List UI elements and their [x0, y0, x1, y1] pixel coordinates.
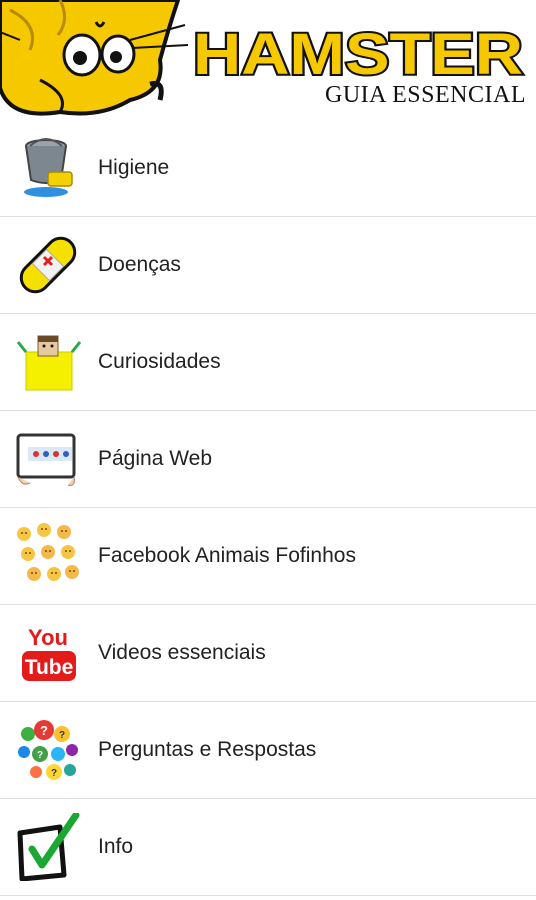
app-header: HAMSTER GUIA ESSENCIAL: [0, 0, 536, 120]
checkbox-check-icon: [17, 813, 80, 881]
menu-item-label: Facebook Animais Fofinhos: [98, 544, 356, 567]
app-subtitle: GUIA ESSENCIAL: [324, 82, 526, 108]
menu-item-curiosidades[interactable]: Curiosidades: [0, 314, 536, 411]
menu-item-perguntas-e-respostas[interactable]: ? ? ? ? Perguntas e Respostas: [0, 702, 536, 799]
hamster-mascot-icon: [0, 0, 189, 116]
menu-item-label: Doenças: [98, 253, 181, 276]
menu-item-videos-essenciais[interactable]: You Tube Videos essenciais: [0, 605, 536, 702]
menu-item-facebook-animais-fofinhos[interactable]: Facebook Animais Fofinhos: [0, 508, 536, 605]
menu-item-label: Videos essenciais: [98, 641, 266, 664]
main-menu: Higiene Doenças Curiosidades Página Web …: [0, 120, 536, 900]
menu-item-label: Higiene: [98, 156, 170, 179]
svg-text:?: ?: [40, 723, 48, 738]
svg-text:?: ?: [51, 768, 57, 779]
menu-item-label: Página Web: [98, 447, 213, 470]
bucket-sponge-icon: [24, 138, 73, 197]
menu-item-doencas[interactable]: Doenças: [0, 217, 536, 314]
svg-text:You: You: [28, 625, 68, 650]
surprise-box-icon: [16, 335, 82, 391]
bandage-icon: [19, 236, 77, 294]
web-page-icon: [16, 433, 76, 486]
menu-item-label: Info: [98, 835, 134, 858]
menu-item-label: Perguntas e Respostas: [98, 738, 317, 761]
menu-item-pagina-web[interactable]: Página Web: [0, 411, 536, 508]
svg-text:?: ?: [37, 750, 43, 761]
svg-text:HAMSTER: HAMSTER: [193, 22, 523, 86]
svg-text:?: ?: [59, 730, 65, 741]
emoji-faces-icon: [17, 523, 79, 581]
app-title: HAMSTER: [191, 22, 525, 86]
question-balls-icon: ? ? ? ?: [18, 720, 78, 780]
menu-item-higiene[interactable]: Higiene: [0, 120, 536, 217]
menu-item-info[interactable]: Info: [0, 799, 536, 896]
svg-text:Tube: Tube: [25, 656, 74, 679]
youtube-icon: You Tube: [22, 625, 76, 681]
menu-item-label: Curiosidades: [98, 350, 221, 373]
